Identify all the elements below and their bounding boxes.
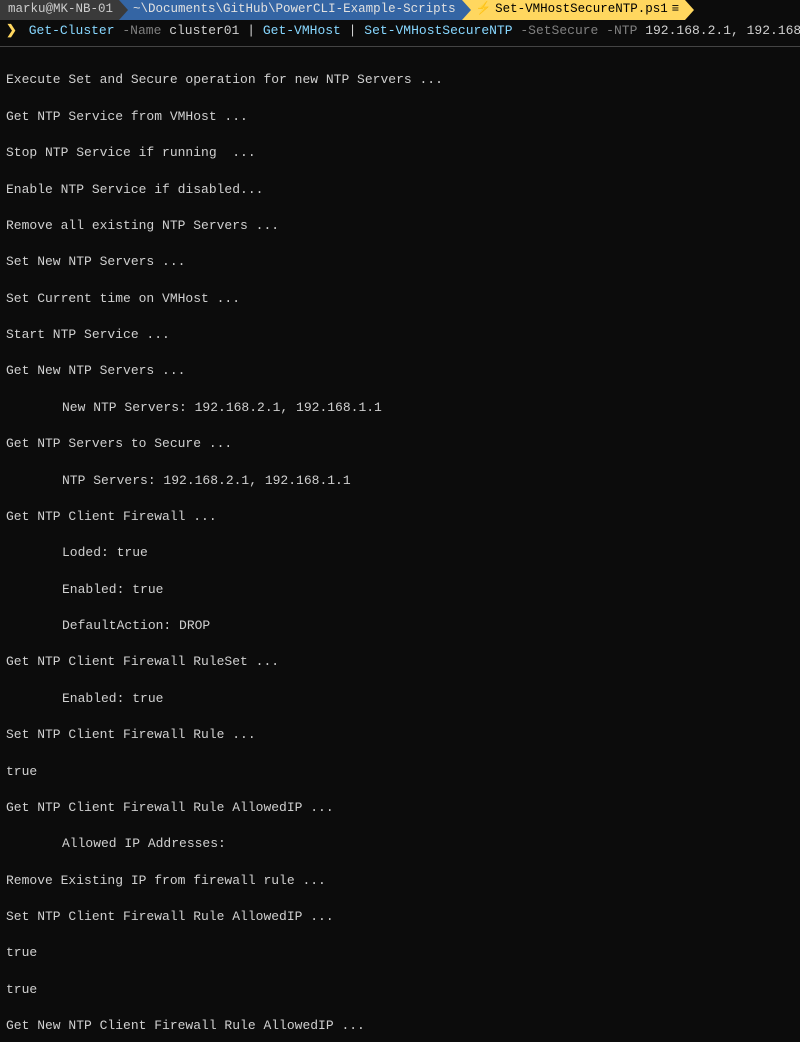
- terminal-output: Execute Set and Secure operation for new…: [0, 47, 800, 1042]
- titlebar: marku@MK-NB-01 ~\Documents\GitHub\PowerC…: [0, 0, 800, 20]
- file-segment: ⚡ Set-VMHostSecureNTP.ps1 ≡: [462, 0, 686, 20]
- out-line: Set New NTP Servers ...: [6, 253, 794, 271]
- pipe-1: |: [247, 23, 263, 38]
- param-setsecure: -SetSecure: [520, 23, 598, 38]
- out-line: Remove all existing NTP Servers ...: [6, 217, 794, 235]
- param-name: -Name: [122, 23, 161, 38]
- param-ntp: -NTP: [606, 23, 637, 38]
- out-line: Get NTP Servers to Secure ...: [6, 435, 794, 453]
- out-line: Set Current time on VMHost ...: [6, 290, 794, 308]
- user-host: marku@MK-NB-01: [8, 1, 113, 19]
- powershell-icon: ⚡: [476, 1, 492, 19]
- out-line: Enable NTP Service if disabled...: [6, 181, 794, 199]
- out-line: NTP Servers: 192.168.2.1, 192.168.1.1: [6, 472, 794, 490]
- path-text: ~\Documents\GitHub\PowerCLI-Example-Scri…: [133, 1, 456, 19]
- out-line: DefaultAction: DROP: [6, 617, 794, 635]
- out-line: Get NTP Client Firewall RuleSet ...: [6, 653, 794, 671]
- command-line[interactable]: ❯ Get-Cluster -Name cluster01 | Get-VMHo…: [0, 20, 800, 47]
- out-line: Execute Set and Secure operation for new…: [6, 71, 794, 89]
- out-line: Get New NTP Client Firewall Rule Allowed…: [6, 1017, 794, 1035]
- path-segment: ~\Documents\GitHub\PowerCLI-Example-Scri…: [119, 0, 462, 20]
- out-line: true: [6, 981, 794, 999]
- out-line: Get NTP Service from VMHost ...: [6, 108, 794, 126]
- out-line: Start NTP Service ...: [6, 326, 794, 344]
- hamburger-icon: ≡: [672, 1, 680, 19]
- out-line: Stop NTP Service if running ...: [6, 144, 794, 162]
- out-line: Get NTP Client Firewall Rule AllowedIP .…: [6, 799, 794, 817]
- out-line: Enabled: true: [6, 690, 794, 708]
- arg-cluster: cluster01: [169, 23, 239, 38]
- file-name: Set-VMHostSecureNTP.ps1: [495, 1, 668, 19]
- out-line: Loded: true: [6, 544, 794, 562]
- out-line: New NTP Servers: 192.168.2.1, 192.168.1.…: [6, 399, 794, 417]
- out-line: Set NTP Client Firewall Rule AllowedIP .…: [6, 908, 794, 926]
- cmd-set-vmhostsecurentp: Set-VMHostSecureNTP: [364, 23, 512, 38]
- out-line: Get NTP Client Firewall ...: [6, 508, 794, 526]
- user-host-segment: marku@MK-NB-01: [0, 0, 119, 20]
- cmd-get-cluster: Get-Cluster: [29, 23, 115, 38]
- cmd-get-vmhost: Get-VMHost: [263, 23, 341, 38]
- pipe-2: |: [349, 23, 365, 38]
- out-line: Remove Existing IP from firewall rule ..…: [6, 872, 794, 890]
- arg-ips: 192.168.2.1, 192.168.1.1: [645, 23, 800, 38]
- out-line: Get New NTP Servers ...: [6, 362, 794, 380]
- prompt-caret: ❯: [6, 23, 17, 38]
- out-line: Allowed IP Addresses:: [6, 835, 794, 853]
- out-line: Set NTP Client Firewall Rule ...: [6, 726, 794, 744]
- out-line: Enabled: true: [6, 581, 794, 599]
- out-line: true: [6, 944, 794, 962]
- out-line: true: [6, 763, 794, 781]
